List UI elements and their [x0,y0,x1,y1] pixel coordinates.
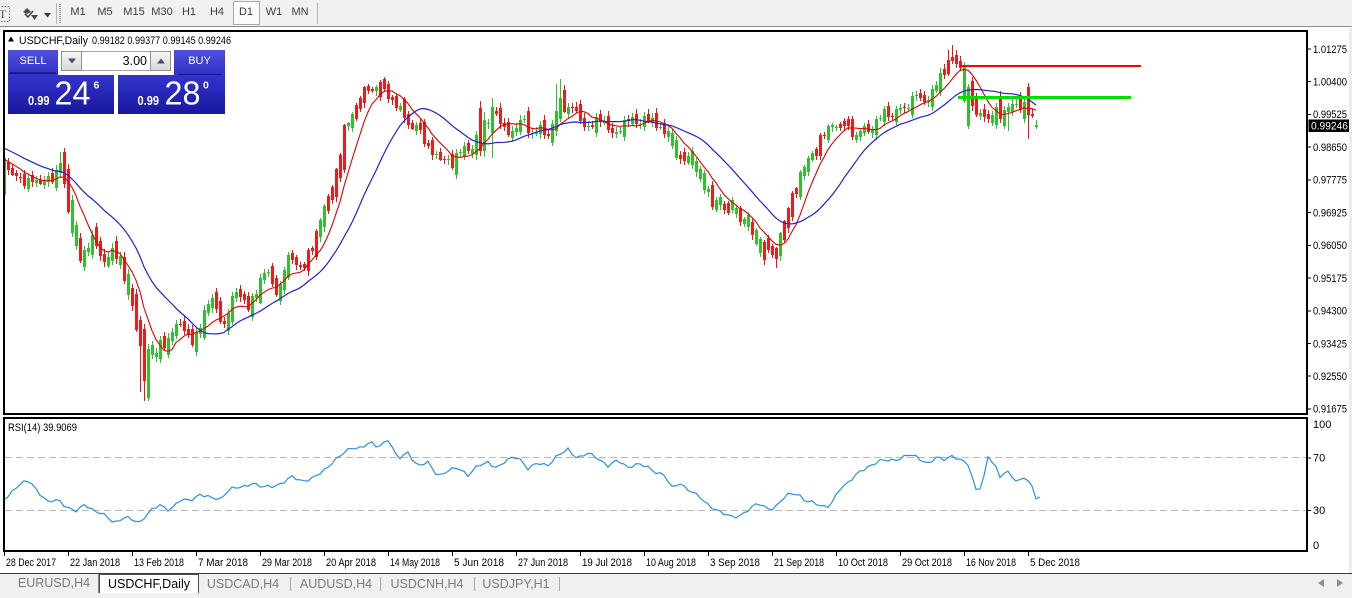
svg-text:24: 24 [55,76,91,113]
svg-text:0.99: 0.99 [138,93,160,108]
svg-text:0.91675: 0.91675 [1313,404,1347,416]
svg-text:5 Dec 2018: 5 Dec 2018 [1030,557,1080,569]
svg-text:0.99182 0.99377 0.99145 0.9924: 0.99182 0.99377 0.99145 0.99246 [92,35,231,47]
svg-text:0.94300: 0.94300 [1313,306,1347,318]
svg-text:13 Feb 2018: 13 Feb 2018 [134,557,184,569]
svg-text:70: 70 [1313,453,1325,465]
svg-text:0.92550: 0.92550 [1313,371,1347,383]
svg-text:7 Mar 2018: 7 Mar 2018 [198,557,248,569]
svg-text:0.99246: 0.99246 [1311,121,1348,133]
svg-text:0.95175: 0.95175 [1313,273,1347,285]
svg-text:0.98650: 0.98650 [1313,142,1347,154]
svg-text:19 Jul 2018: 19 Jul 2018 [582,557,632,569]
svg-text:28 Dec 2017: 28 Dec 2017 [6,557,56,569]
svg-text:0.99525: 0.99525 [1313,109,1347,121]
svg-text:USDCHF,Daily: USDCHF,Daily [19,35,88,47]
svg-text:T: T [0,7,7,21]
svg-text:16 Nov 2018: 16 Nov 2018 [966,557,1016,569]
svg-text:0.96925: 0.96925 [1313,207,1347,219]
svg-text:10 Oct 2018: 10 Oct 2018 [838,557,888,569]
svg-text:22 Jan 2018: 22 Jan 2018 [70,557,120,569]
svg-text:0: 0 [203,80,209,92]
svg-text:0.96050: 0.96050 [1313,240,1347,252]
svg-text:29 Mar 2018: 29 Mar 2018 [262,557,312,569]
svg-text:RSI(14) 39.9069: RSI(14) 39.9069 [8,422,77,434]
svg-text:20 Apr 2018: 20 Apr 2018 [326,557,376,569]
svg-text:21 Sep 2018: 21 Sep 2018 [774,557,824,569]
svg-text:27 Jun 2018: 27 Jun 2018 [518,557,568,569]
svg-text:14 May 2018: 14 May 2018 [390,557,440,569]
svg-text:1.00400: 1.00400 [1313,77,1347,89]
svg-text:0.97775: 0.97775 [1313,175,1347,187]
svg-text:5 Jun 2018: 5 Jun 2018 [454,557,504,569]
svg-text:6: 6 [94,80,100,92]
svg-text:0: 0 [1313,540,1319,552]
svg-text:28: 28 [165,76,201,113]
svg-text:0.93425: 0.93425 [1313,338,1347,350]
svg-text:100: 100 [1313,419,1331,431]
svg-text:10 Aug 2018: 10 Aug 2018 [646,557,696,569]
svg-text:30: 30 [1313,505,1325,517]
svg-text:29 Oct 2018: 29 Oct 2018 [902,557,952,569]
svg-text:0.99: 0.99 [28,93,50,108]
svg-text:3 Sep 2018: 3 Sep 2018 [710,557,760,569]
svg-text:1.01275: 1.01275 [1313,44,1347,56]
